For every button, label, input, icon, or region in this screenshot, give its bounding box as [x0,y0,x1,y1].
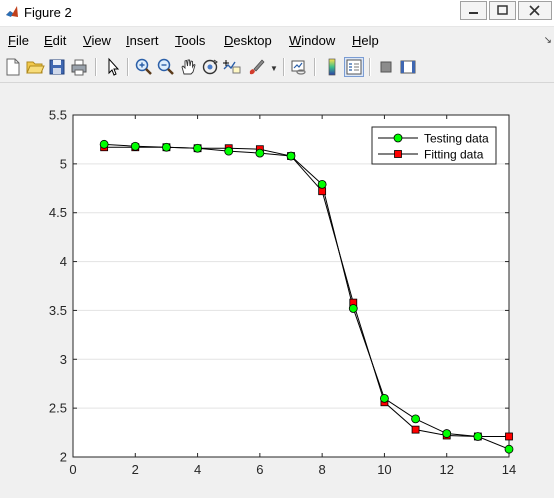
plot-area [73,115,509,457]
y-tick-label: 3.5 [49,303,67,318]
minimize-icon [469,12,478,14]
testing-point [411,414,420,424]
data-cursor-icon[interactable] [222,57,242,77]
testing-point [130,141,140,151]
testing-point [162,142,171,152]
dock-arrow-icon[interactable]: ↘ [544,35,552,46]
link-plot-icon[interactable] [289,57,309,77]
testing-point [99,139,109,149]
close-icon [529,5,540,16]
y-tick-label: 4.5 [49,205,67,220]
maximize-icon [497,5,508,15]
close-button[interactable] [518,1,552,20]
testing-point [255,148,265,158]
testing-point [317,179,327,189]
toolbar-separator [95,58,97,76]
zoom-in-icon[interactable] [134,57,154,77]
window-title: Figure 2 [24,5,72,20]
y-tick-label: 5 [60,156,67,171]
legend-label: Fitting data [424,148,484,162]
menu-file[interactable]: File [8,33,29,48]
y-tick-label: 4 [60,254,67,269]
x-tick-label: 4 [194,462,201,477]
menu-view[interactable]: View [83,33,111,48]
menu-tools[interactable]: Tools [175,33,205,48]
new-figure-icon[interactable] [3,57,23,77]
save-icon[interactable] [47,57,67,77]
fitting-point [505,432,513,441]
figure-canvas: 0 2 4 6 8 10 12 14 2 2.5 3 3.5 4 4.5 5 5.5 Testing data… [0,83,554,498]
legend-marker-testing [393,133,403,143]
maximize-button[interactable] [489,1,516,20]
legend-label: Testing data [424,132,489,146]
menu-edit[interactable]: Edit [44,33,66,48]
x-tick-label: 12 [439,462,453,477]
matlab-icon [5,5,19,19]
colorbar-icon[interactable] [322,57,342,77]
legend-marker-fitting [394,150,402,158]
x-tick-label: 8 [319,462,326,477]
menu-bar: File Edit View Insert Tools Desktop Wind… [0,29,554,51]
testing-point [224,146,234,156]
fitting-point [411,425,420,434]
testing-point [286,151,296,161]
toolbar-separator [314,58,316,76]
menu-desktop[interactable]: Desktop [224,33,272,48]
testing-point [193,143,202,153]
title-bar: Figure 2 [0,0,554,27]
x-tick-label: 0 [69,462,76,477]
y-tick-label: 5.5 [49,108,67,123]
menu-window[interactable]: Window [289,33,335,48]
menu-insert[interactable]: Insert [126,33,159,48]
minimize-button[interactable] [460,1,487,20]
zoom-out-icon[interactable] [156,57,176,77]
brush-dropdown-icon[interactable]: ▼ [270,64,278,73]
menu-file-rest: ile [15,33,29,48]
rotate-3d-icon[interactable] [200,57,220,77]
brush-icon[interactable] [246,57,266,77]
toolbar-separator [369,58,371,76]
testing-point [348,304,358,313]
x-tick-label: 6 [256,462,263,477]
x-tick-label: 10 [377,462,391,477]
line-chart[interactable]: 0 2 4 6 8 10 12 1422.533.544.555.5 Testing data… [0,83,554,498]
y-tick-label: 2 [60,450,67,465]
x-tick-label: 14 [502,462,516,477]
testing-point [380,393,389,403]
hide-plot-tools-icon[interactable] [376,57,396,77]
toolbar-separator [283,58,285,76]
menu-help[interactable]: Help [352,33,379,48]
x-tick-label: 2 [132,462,139,477]
toolbar-separator [127,58,129,76]
open-icon[interactable] [25,57,45,77]
testing-point [473,432,483,441]
toolbar: ▼ [0,54,554,83]
pointer-icon[interactable] [103,57,123,77]
print-icon[interactable] [69,57,89,77]
legend-icon[interactable] [344,57,364,77]
show-plot-tools-icon[interactable] [398,57,418,77]
y-tick-label: 2.5 [49,401,67,416]
testing-point [442,429,452,438]
testing-point [504,444,514,454]
pan-icon[interactable] [178,57,198,77]
y-tick-label: 3 [60,352,67,367]
